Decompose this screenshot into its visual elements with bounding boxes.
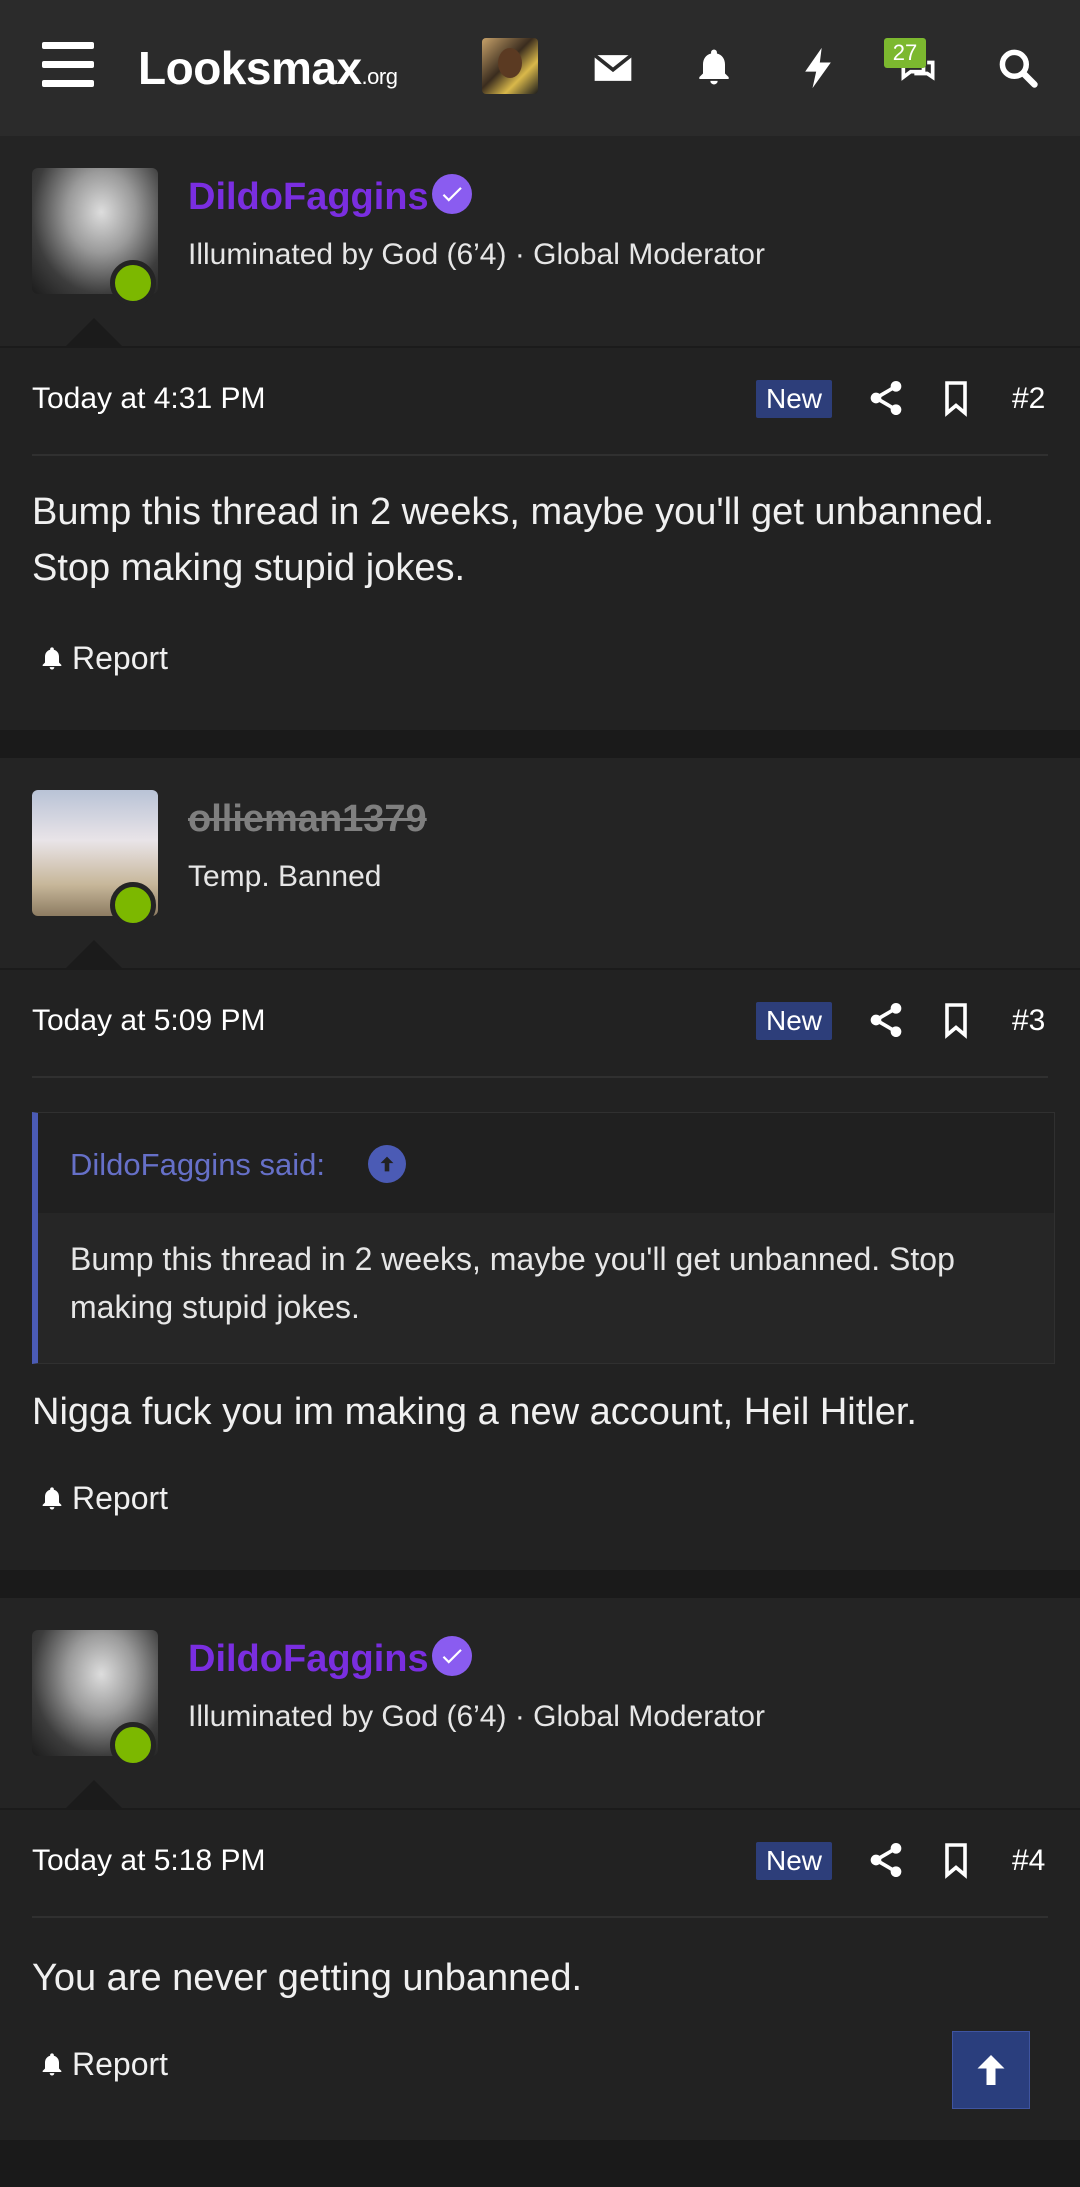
author-pointer — [66, 318, 122, 346]
arrow-up-icon — [977, 2055, 1005, 2085]
post-number[interactable]: #4 — [1012, 1844, 1045, 1878]
search-icon[interactable] — [990, 40, 1046, 96]
bolt-icon[interactable] — [790, 40, 846, 96]
quote-author[interactable]: DildoFaggins said: — [70, 1147, 325, 1183]
bell-icon — [42, 2052, 62, 2075]
report-label: Report — [72, 640, 169, 676]
new-badge: New — [756, 1842, 832, 1880]
menu-icon[interactable] — [42, 42, 94, 88]
quote-text: Bump this thread in 2 weeks, maybe you'l… — [70, 1241, 955, 1325]
post-body: Bump this thread in 2 weeks, maybe you'l… — [32, 491, 995, 589]
post-4: DildoFaggins Illuminated by God (6’4) · … — [0, 1598, 1080, 2140]
report-label: Report — [72, 1480, 169, 1516]
username-link[interactable]: DildoFaggins — [188, 1638, 429, 1681]
post-meta: Today at 5:18 PM New #4 — [0, 1810, 1080, 1916]
bookmark-icon[interactable] — [938, 378, 974, 418]
current-user-avatar[interactable] — [482, 38, 538, 94]
online-indicator — [110, 882, 156, 928]
post-3: ollieman1379 Temp. Banned Today at 5:09 … — [0, 758, 1080, 1570]
post-date[interactable]: Today at 5:18 PM — [32, 1844, 265, 1878]
post-author-block: DildoFaggins Illuminated by God (6’4) · … — [0, 136, 1080, 346]
verified-icon — [432, 174, 472, 214]
mail-icon[interactable] — [585, 40, 641, 96]
post-number[interactable]: #3 — [1012, 1004, 1045, 1038]
bell-icon[interactable] — [686, 40, 742, 96]
post-author-block: ollieman1379 Temp. Banned — [0, 758, 1080, 968]
username-link[interactable]: DildoFaggins — [188, 176, 429, 219]
top-navigation-bar: Looksmax.org 27 — [0, 0, 1080, 137]
author-pointer — [66, 1780, 122, 1808]
bookmark-icon[interactable] — [938, 1000, 974, 1040]
site-logo[interactable]: Looksmax.org — [138, 38, 398, 98]
new-badge: New — [756, 1002, 832, 1040]
post-body: Nigga fuck you im making a new account, … — [32, 1391, 917, 1433]
post-author-block: DildoFaggins Illuminated by God (6’4) · … — [0, 1598, 1080, 1808]
post-body: You are never getting unbanned. — [32, 1957, 583, 1999]
bookmark-icon[interactable] — [938, 1840, 974, 1880]
username-link[interactable]: ollieman1379 — [188, 798, 427, 841]
report-button[interactable]: Report — [38, 1480, 168, 1517]
post-meta: Today at 4:31 PM New #2 — [0, 348, 1080, 454]
quote-header: DildoFaggins said: — [38, 1113, 1054, 1213]
arrow-up-icon[interactable] — [368, 1145, 406, 1183]
bell-icon — [42, 1486, 62, 1509]
online-indicator — [110, 260, 156, 306]
post-date[interactable]: Today at 5:09 PM — [32, 1004, 265, 1038]
new-badge: New — [756, 380, 832, 418]
post-number[interactable]: #2 — [1012, 382, 1045, 416]
report-label: Report — [72, 2046, 169, 2082]
report-button[interactable]: Report — [38, 2046, 168, 2083]
share-icon[interactable] — [866, 1000, 906, 1040]
post-date[interactable]: Today at 4:31 PM — [32, 382, 265, 416]
post-2: DildoFaggins Illuminated by God (6’4) · … — [0, 136, 1080, 730]
quote-block: DildoFaggins said: Bump this thread in 2… — [32, 1112, 1055, 1364]
online-indicator — [110, 1722, 156, 1768]
author-pointer — [66, 940, 122, 968]
user-title: Illuminated by God (6’4) · Global Modera… — [188, 238, 765, 271]
post-meta: Today at 5:09 PM New #3 — [0, 970, 1080, 1076]
scroll-to-top-button[interactable] — [952, 2031, 1030, 2109]
bell-icon — [42, 646, 62, 669]
verified-icon — [432, 1636, 472, 1676]
report-button[interactable]: Report — [38, 640, 168, 677]
chat-count-badge: 27 — [884, 38, 926, 68]
user-title: Temp. Banned — [188, 860, 382, 893]
share-icon[interactable] — [866, 1840, 906, 1880]
user-title: Illuminated by God (6’4) · Global Modera… — [188, 1700, 765, 1733]
share-icon[interactable] — [866, 378, 906, 418]
